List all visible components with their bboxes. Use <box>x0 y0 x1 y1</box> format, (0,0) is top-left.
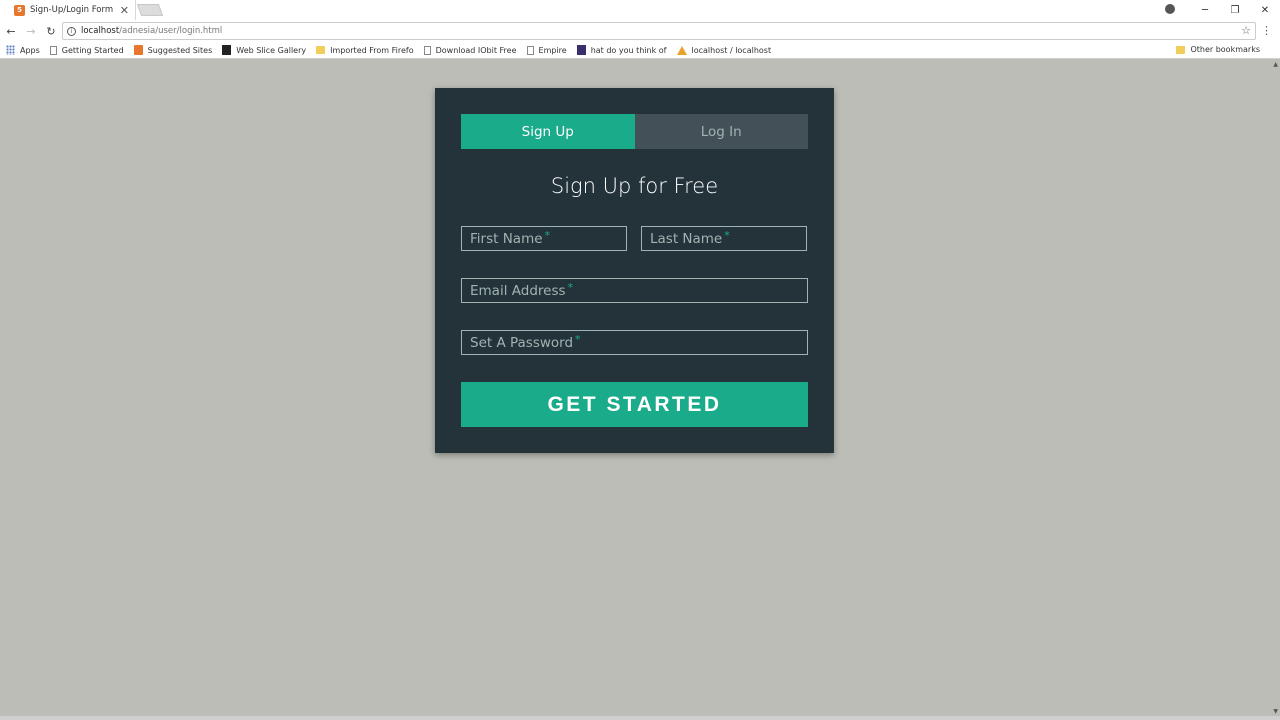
bookmark-what-do-you-think[interactable]: hat do you think of <box>576 45 667 55</box>
tab-sign-up[interactable]: Sign Up <box>461 114 635 149</box>
last-name-field[interactable]: Last Name * <box>641 226 807 251</box>
folder-icon <box>316 46 326 54</box>
restore-icon[interactable]: ❐ <box>1220 5 1250 16</box>
back-icon[interactable]: ← <box>2 25 20 38</box>
menu-icon[interactable]: ⋮ <box>1261 24 1272 37</box>
new-tab-button[interactable] <box>136 4 164 16</box>
scrollbar[interactable] <box>1270 60 1280 720</box>
bookmark-label: Imported From Firefo <box>330 45 414 55</box>
address-bar[interactable]: i localhost/adnesia/user/login.html ☆ <box>62 22 1256 40</box>
minimize-icon[interactable]: ─ <box>1190 5 1220 16</box>
bookmark-localhost[interactable]: localhost / localhost <box>676 45 772 55</box>
reload-icon[interactable]: ↻ <box>42 25 60 38</box>
bookmark-empire[interactable]: Empire <box>526 45 567 55</box>
page-icon <box>49 45 57 55</box>
bookmark-label: Download IObit Free <box>435 45 517 55</box>
email-field[interactable]: Email Address * <box>461 278 808 303</box>
required-marker: * <box>567 281 574 294</box>
html5-icon: 5 <box>14 4 25 16</box>
scroll-up-icon[interactable]: ▲ <box>1273 61 1278 68</box>
bookmark-iobit[interactable]: Download IObit Free <box>423 45 517 55</box>
browser-toolbar: ← → ↻ i localhost/adnesia/user/login.htm… <box>0 20 1280 42</box>
apps-icon <box>6 45 15 55</box>
required-marker: * <box>575 333 581 346</box>
suggested-sites-icon <box>133 45 143 55</box>
email-placeholder: Email Address <box>470 282 566 299</box>
bookmark-web-slice[interactable]: Web Slice Gallery <box>222 45 306 55</box>
get-started-button[interactable]: GET STARTED <box>461 382 808 427</box>
forward-icon[interactable]: → <box>22 25 40 38</box>
signup-form-card: Sign Up Log In Sign Up for Free First Na… <box>435 88 834 453</box>
bookmark-suggested-sites[interactable]: Suggested Sites <box>133 45 213 55</box>
bookmark-label: hat do you think of <box>590 45 667 55</box>
url-text: localhost/adnesia/user/login.html <box>81 26 222 36</box>
window-controls: ─ ❐ ✕ <box>1190 0 1280 20</box>
bookmark-label: Getting Started <box>61 45 124 55</box>
required-marker: * <box>724 229 730 242</box>
page-icon <box>423 45 431 55</box>
web-slice-icon <box>222 45 232 55</box>
bookmark-apps[interactable]: Apps <box>6 45 40 55</box>
bookmark-getting-started[interactable]: Getting Started <box>49 45 124 55</box>
close-icon[interactable]: ✕ <box>120 5 129 16</box>
phpmyadmin-icon <box>676 45 687 55</box>
bookmark-label: Empire <box>538 45 567 55</box>
bookmark-star-icon[interactable]: ☆ <box>1241 24 1251 37</box>
folder-icon <box>1176 45 1186 54</box>
password-placeholder: Set A Password <box>470 334 574 351</box>
page-icon <box>526 45 534 55</box>
password-field[interactable]: Set A Password * <box>461 330 808 355</box>
bookmark-label: localhost / localhost <box>691 45 772 55</box>
window-close-icon[interactable]: ✕ <box>1250 5 1280 16</box>
scroll-down-icon[interactable]: ▼ <box>1273 708 1278 715</box>
bookmark-label: Web Slice Gallery <box>236 45 307 55</box>
first-name-placeholder: First Name <box>470 230 543 247</box>
bookmark-label: Suggested Sites <box>147 45 213 55</box>
url-path: /adnesia/user/login.html <box>119 26 223 36</box>
bookmarks-bar: Apps Getting Started Suggested Sites Web… <box>0 42 1280 59</box>
bottom-bar <box>0 716 1280 720</box>
tab-title: Sign-Up/Login Form <box>30 5 114 15</box>
site-icon <box>576 45 586 55</box>
bookmark-label: Apps <box>20 45 40 55</box>
profile-icon[interactable] <box>1165 4 1175 14</box>
last-name-placeholder: Last Name <box>650 230 723 247</box>
tab-strip: 5 Sign-Up/Login Form ✕ ─ ❐ ✕ <box>0 0 1280 20</box>
url-host: localhost <box>81 26 120 36</box>
required-marker: * <box>544 229 551 242</box>
form-tabs: Sign Up Log In <box>461 114 808 149</box>
other-bookmarks[interactable]: Other bookmarks <box>1176 45 1260 54</box>
first-name-field[interactable]: First Name * <box>461 226 627 251</box>
info-icon[interactable]: i <box>67 26 76 36</box>
bookmark-imported[interactable]: Imported From Firefo <box>316 45 414 55</box>
browser-tab[interactable]: 5 Sign-Up/Login Form ✕ <box>8 0 136 20</box>
form-heading: Sign Up for Free <box>550 174 719 198</box>
tab-log-in[interactable]: Log In <box>634 114 808 149</box>
other-bookmarks-label: Other bookmarks <box>1190 45 1260 54</box>
